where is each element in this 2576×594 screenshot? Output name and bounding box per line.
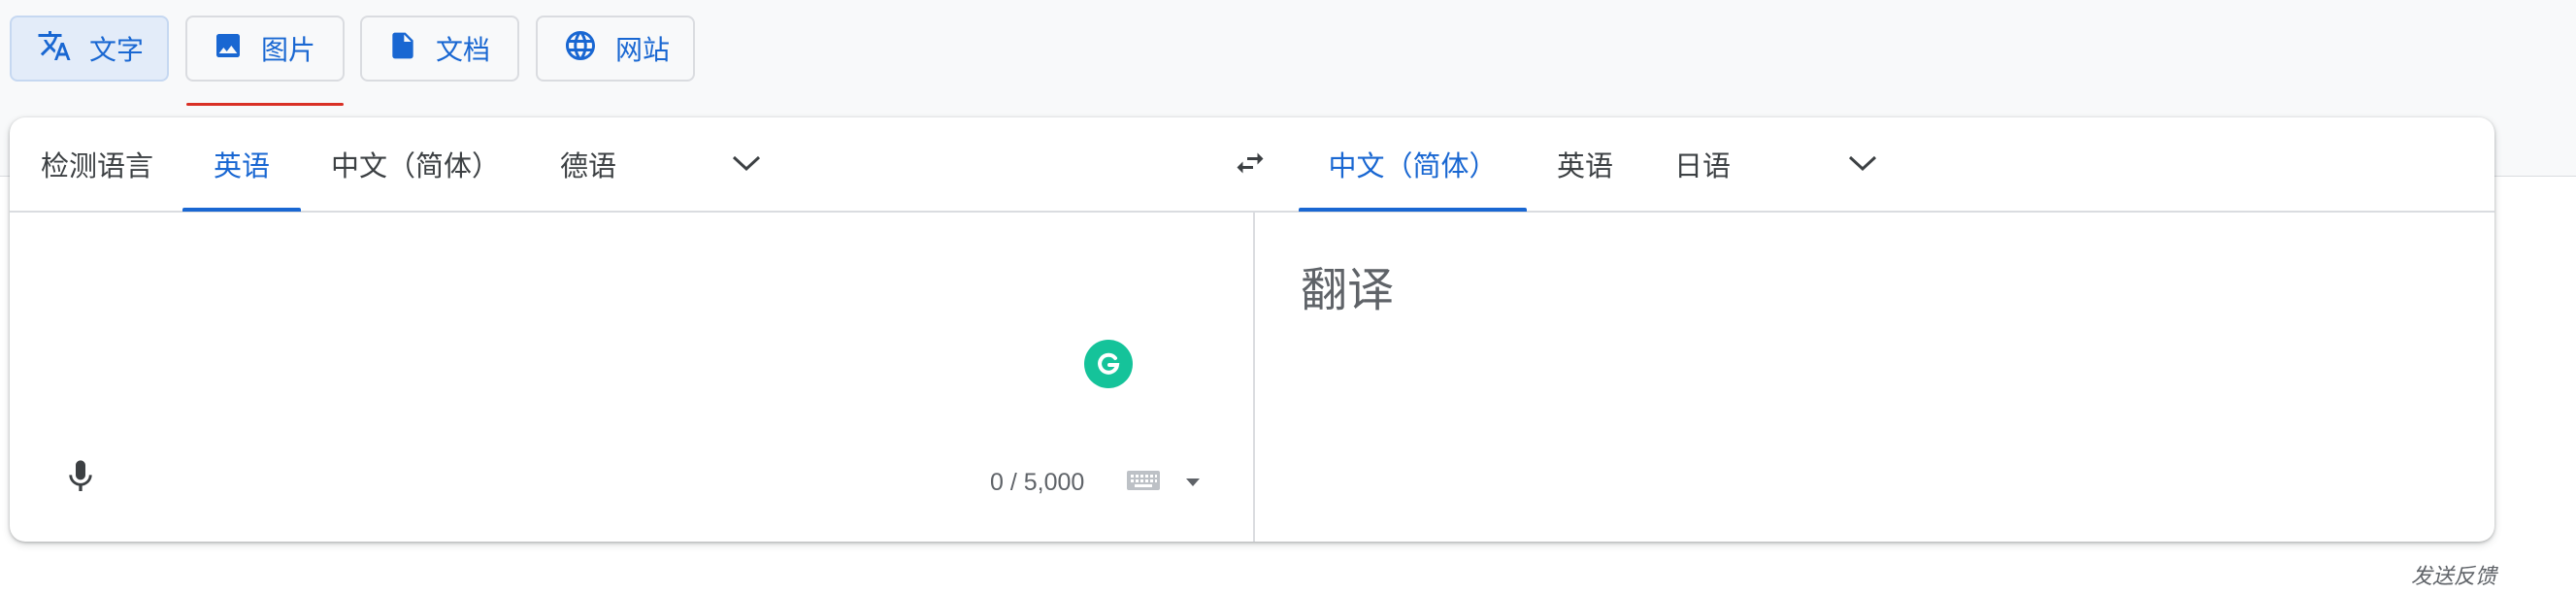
- mode-tab-image-label: 图片: [261, 34, 316, 66]
- mode-tab-document[interactable]: 文档: [360, 16, 519, 82]
- source-lang-german[interactable]: 德语: [560, 117, 616, 211]
- send-feedback-link[interactable]: 发送反馈: [2411, 559, 2496, 590]
- mode-tab-text[interactable]: 文字: [10, 16, 169, 82]
- target-lang-english[interactable]: 英语: [1557, 117, 1613, 211]
- source-lang-german-label: 德语: [560, 149, 617, 182]
- source-lang-english[interactable]: 英语: [182, 117, 301, 212]
- caret-down-icon: [1185, 473, 1201, 491]
- source-lang-detect-label: 检测语言: [41, 149, 154, 182]
- source-lang-english-label: 英语: [213, 149, 270, 182]
- mode-tab-image[interactable]: 图片: [185, 16, 345, 82]
- source-lang-detect[interactable]: 检测语言: [41, 117, 153, 211]
- source-more-languages-button[interactable]: [723, 142, 770, 188]
- translate-icon: [37, 28, 72, 70]
- source-text-input[interactable]: [10, 213, 1253, 416]
- source-lang-active-underline: [182, 208, 301, 212]
- mode-tab-website[interactable]: 网站: [536, 16, 695, 82]
- mode-tab-text-label: 文字: [89, 34, 145, 66]
- keyboard-options-button[interactable]: [1182, 472, 1204, 491]
- document-icon: [387, 28, 418, 70]
- keyboard-button[interactable]: [1124, 468, 1163, 497]
- mode-tab-website-label: 网站: [615, 34, 671, 66]
- image-tab-underline: [186, 103, 344, 106]
- target-more-languages-button[interactable]: [1839, 142, 1886, 188]
- translator-card: 检测语言 英语 中文（简体） 德语 中文（简体） 英语 日语 0 / 5,000…: [10, 117, 2494, 542]
- target-lang-english-label: 英语: [1557, 149, 1614, 182]
- grammarly-icon[interactable]: [1084, 340, 1133, 388]
- globe-icon: [563, 28, 598, 70]
- mode-tab-document-label: 文档: [436, 34, 491, 66]
- language-bar: 检测语言 英语 中文（简体） 德语 中文（简体） 英语 日语: [10, 117, 2494, 213]
- target-lang-chinese-label: 中文（简体）: [1328, 149, 1498, 182]
- source-lang-chinese-label: 中文（简体）: [331, 149, 501, 182]
- target-lang-japanese[interactable]: 日语: [1674, 117, 1731, 211]
- target-lang-active-underline: [1299, 208, 1527, 212]
- pane-divider: [1253, 213, 1255, 542]
- microphone-icon: [61, 457, 100, 500]
- character-count: 0 / 5,000: [990, 469, 1085, 496]
- chevron-down-icon: [1847, 153, 1878, 177]
- image-icon: [213, 30, 244, 68]
- keyboard-icon: [1126, 469, 1161, 496]
- target-lang-chinese[interactable]: 中文（简体）: [1299, 117, 1527, 212]
- target-lang-japanese-label: 日语: [1674, 149, 1732, 182]
- translation-output: 翻译: [1301, 263, 1395, 317]
- swap-languages-button[interactable]: [1227, 142, 1273, 188]
- swap-icon: [1233, 146, 1268, 184]
- voice-input-button[interactable]: [54, 452, 107, 505]
- source-lang-chinese[interactable]: 中文（简体）: [331, 117, 500, 211]
- chevron-down-icon: [731, 153, 762, 177]
